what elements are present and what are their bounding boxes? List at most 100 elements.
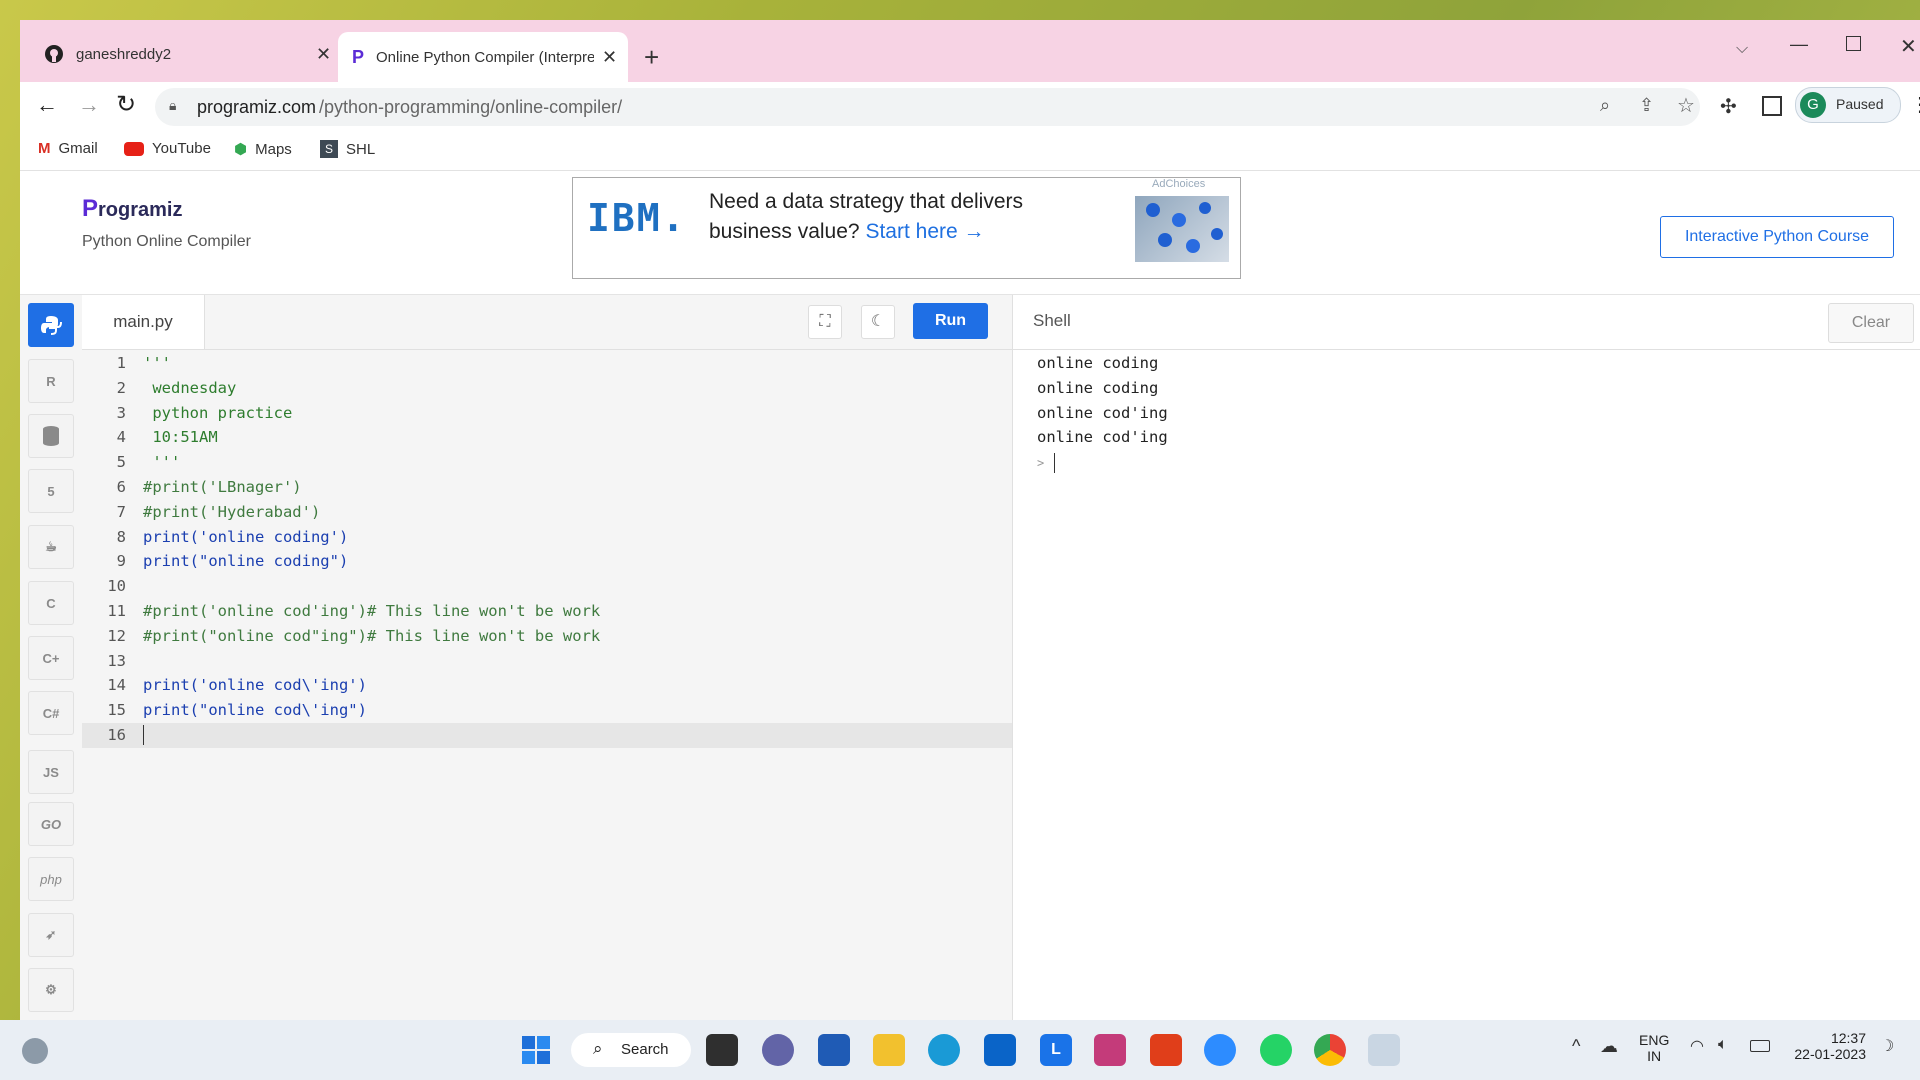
fullscreen-icon[interactable]: ⛶ xyxy=(808,305,842,339)
office-icon[interactable] xyxy=(1150,1034,1182,1066)
search-label: Search xyxy=(621,1041,669,1058)
edge-icon[interactable] xyxy=(928,1034,960,1066)
profile-status: Paused xyxy=(1836,96,1884,112)
notepad-icon[interactable] xyxy=(1368,1034,1400,1066)
code-line: 12 #print("online cod"ing")# This line wo… xyxy=(107,626,601,645)
shell-output-line: online cod'ing xyxy=(1037,428,1168,447)
widgets-store-icon[interactable] xyxy=(818,1034,850,1066)
bookmark-label: YouTube xyxy=(152,140,211,157)
onedrive-icon[interactable]: ☁︎ xyxy=(1600,1036,1618,1057)
js-lang-icon[interactable]: JS xyxy=(28,750,74,794)
arrow-right-icon: → xyxy=(963,220,985,243)
chrome-icon[interactable] xyxy=(1314,1034,1346,1066)
tab-search-icon[interactable]: ⌵ xyxy=(1736,40,1748,58)
browser-toolbar: ← → ↻ 🔒︎ programiz.com /python-programmi… xyxy=(20,82,1920,132)
browser-window: ganeshreddy2 ✕ P Online Python Compiler … xyxy=(20,20,1920,1020)
rust-lang-icon[interactable]: ⚙︎ xyxy=(28,968,74,1012)
close-tab-icon[interactable]: ✕ xyxy=(602,47,617,68)
dark-mode-icon[interactable]: ☾ xyxy=(861,305,895,339)
close-window-icon[interactable]: ✕ xyxy=(1900,34,1917,59)
clear-button[interactable]: Clear xyxy=(1828,303,1914,343)
url-path: /python-programming/online-compiler/ xyxy=(319,97,623,117)
code-line: 9 print("online coding") xyxy=(116,552,349,571)
shell-title: Shell xyxy=(1033,311,1071,330)
tab-title: Online Python Compiler (Interpre xyxy=(376,48,595,66)
clock[interactable]: 12:37 22-01-2023 xyxy=(1788,1030,1866,1062)
weather-widget-icon[interactable] xyxy=(22,1038,48,1064)
shell-output-line: online coding xyxy=(1037,354,1159,372)
close-tab-icon[interactable]: ✕ xyxy=(316,44,331,65)
ad-spheres-image xyxy=(1146,202,1223,253)
notifications-icon[interactable]: ☽ xyxy=(1880,1036,1894,1056)
menu-icon[interactable]: ⋮ xyxy=(1910,92,1920,117)
php-lang-icon[interactable]: php xyxy=(28,857,74,901)
reload-icon[interactable]: ↻ xyxy=(116,90,136,119)
shell-prompt: > xyxy=(1037,456,1045,471)
programiz-favicon-icon: P xyxy=(352,46,365,67)
bookmarks-bar: M Gmail YouTube ⬢ Maps S SHL xyxy=(20,132,1920,171)
address-bar[interactable]: 🔒︎ programiz.com /python-programming/onl… xyxy=(155,88,1700,126)
profile-button[interactable]: G Paused xyxy=(1795,87,1901,123)
whatsapp-icon[interactable] xyxy=(1260,1034,1292,1066)
language-indicator[interactable]: ENG IN xyxy=(1639,1032,1669,1064)
bookmark-gmail[interactable]: M Gmail xyxy=(38,140,98,157)
maximize-icon[interactable] xyxy=(1846,36,1861,51)
url-domain: programiz.com xyxy=(197,97,317,117)
interactive-course-button[interactable]: Interactive Python Course xyxy=(1660,216,1894,258)
tab-github[interactable]: ganeshreddy2 ✕ xyxy=(30,32,335,76)
editor-tabbar: main.py ⛶ ☾ Run xyxy=(82,295,1012,350)
bookmark-youtube[interactable]: YouTube xyxy=(124,140,211,157)
minimize-icon[interactable]: — xyxy=(1790,34,1808,55)
back-icon[interactable]: ← xyxy=(36,92,58,118)
run-button[interactable]: Run xyxy=(913,303,988,339)
windows-start-icon[interactable] xyxy=(520,1034,552,1066)
youtube-icon xyxy=(124,141,144,156)
volume-icon[interactable]: 🔈︎ xyxy=(1718,1036,1728,1054)
cpp-lang-icon[interactable]: C+ xyxy=(28,636,74,680)
github-icon xyxy=(45,45,63,63)
python-lang-icon[interactable] xyxy=(28,303,74,347)
r-lang-icon[interactable]: R xyxy=(28,359,74,403)
code-line: 7 #print('Hyderabad') xyxy=(116,502,321,521)
zoom-icon[interactable] xyxy=(1204,1034,1236,1066)
programiz-logo[interactable]: Programiz xyxy=(82,195,182,223)
file-tab-main[interactable]: main.py xyxy=(82,295,205,349)
sql-lang-icon[interactable] xyxy=(28,414,74,458)
file-explorer-icon[interactable] xyxy=(873,1034,905,1066)
zoom-icon[interactable]: ⌕ xyxy=(1600,95,1610,116)
bookmark-shl[interactable]: S SHL xyxy=(320,140,375,158)
side-panel-icon[interactable] xyxy=(1762,96,1782,116)
show-hidden-icons-icon[interactable]: ^ xyxy=(1572,1036,1580,1057)
task-view-icon[interactable] xyxy=(706,1034,738,1066)
html-lang-icon[interactable]: 5 xyxy=(28,469,74,513)
shell-output[interactable]: online coding online coding online cod'i… xyxy=(1037,351,1168,475)
extensions-icon[interactable]: ✣ xyxy=(1720,94,1737,119)
tab-python-compiler[interactable]: P Online Python Compiler (Interpre ✕ xyxy=(338,32,628,82)
code-area[interactable]: 1 ''' 2 wednesday 3 python practice 4 10:… xyxy=(82,351,1012,748)
wifi-icon[interactable]: ◠ xyxy=(1690,1036,1704,1056)
code-line: 5 ''' xyxy=(116,453,181,472)
search-icon: ⌕ xyxy=(593,1039,603,1058)
bookmark-maps[interactable]: ⬢ Maps xyxy=(234,140,292,159)
csharp-lang-icon[interactable]: C# xyxy=(28,691,74,735)
mail-icon[interactable] xyxy=(984,1034,1016,1066)
forward-icon[interactable]: → xyxy=(78,92,100,118)
c-lang-icon[interactable]: C xyxy=(28,581,74,625)
l-app-icon[interactable]: L xyxy=(1040,1034,1072,1066)
code-line-active: 16 xyxy=(82,722,1012,748)
bookmark-star-icon[interactable]: ☆ xyxy=(1677,93,1695,118)
app-icon[interactable] xyxy=(1094,1034,1126,1066)
ad-banner[interactable]: IBM. Need a data strategy that delivers … xyxy=(572,177,1241,279)
taskbar-search[interactable]: ⌕ Search xyxy=(571,1033,691,1067)
java-lang-icon[interactable]: ☕︎ xyxy=(28,525,74,569)
code-line: 10 xyxy=(107,577,126,596)
swift-lang-icon[interactable]: ➶ xyxy=(28,913,74,957)
compiler-subtitle: Python Online Compiler xyxy=(82,233,251,250)
go-lang-icon[interactable]: GO xyxy=(28,802,74,846)
share-icon[interactable]: ⇪ xyxy=(1639,95,1654,116)
adchoices-label[interactable]: AdChoices xyxy=(1152,178,1205,190)
battery-icon[interactable] xyxy=(1750,1040,1770,1052)
ad-cta[interactable]: Start here xyxy=(865,220,957,243)
new-tab-button[interactable]: + xyxy=(644,42,659,73)
teams-chat-icon[interactable] xyxy=(762,1034,794,1066)
